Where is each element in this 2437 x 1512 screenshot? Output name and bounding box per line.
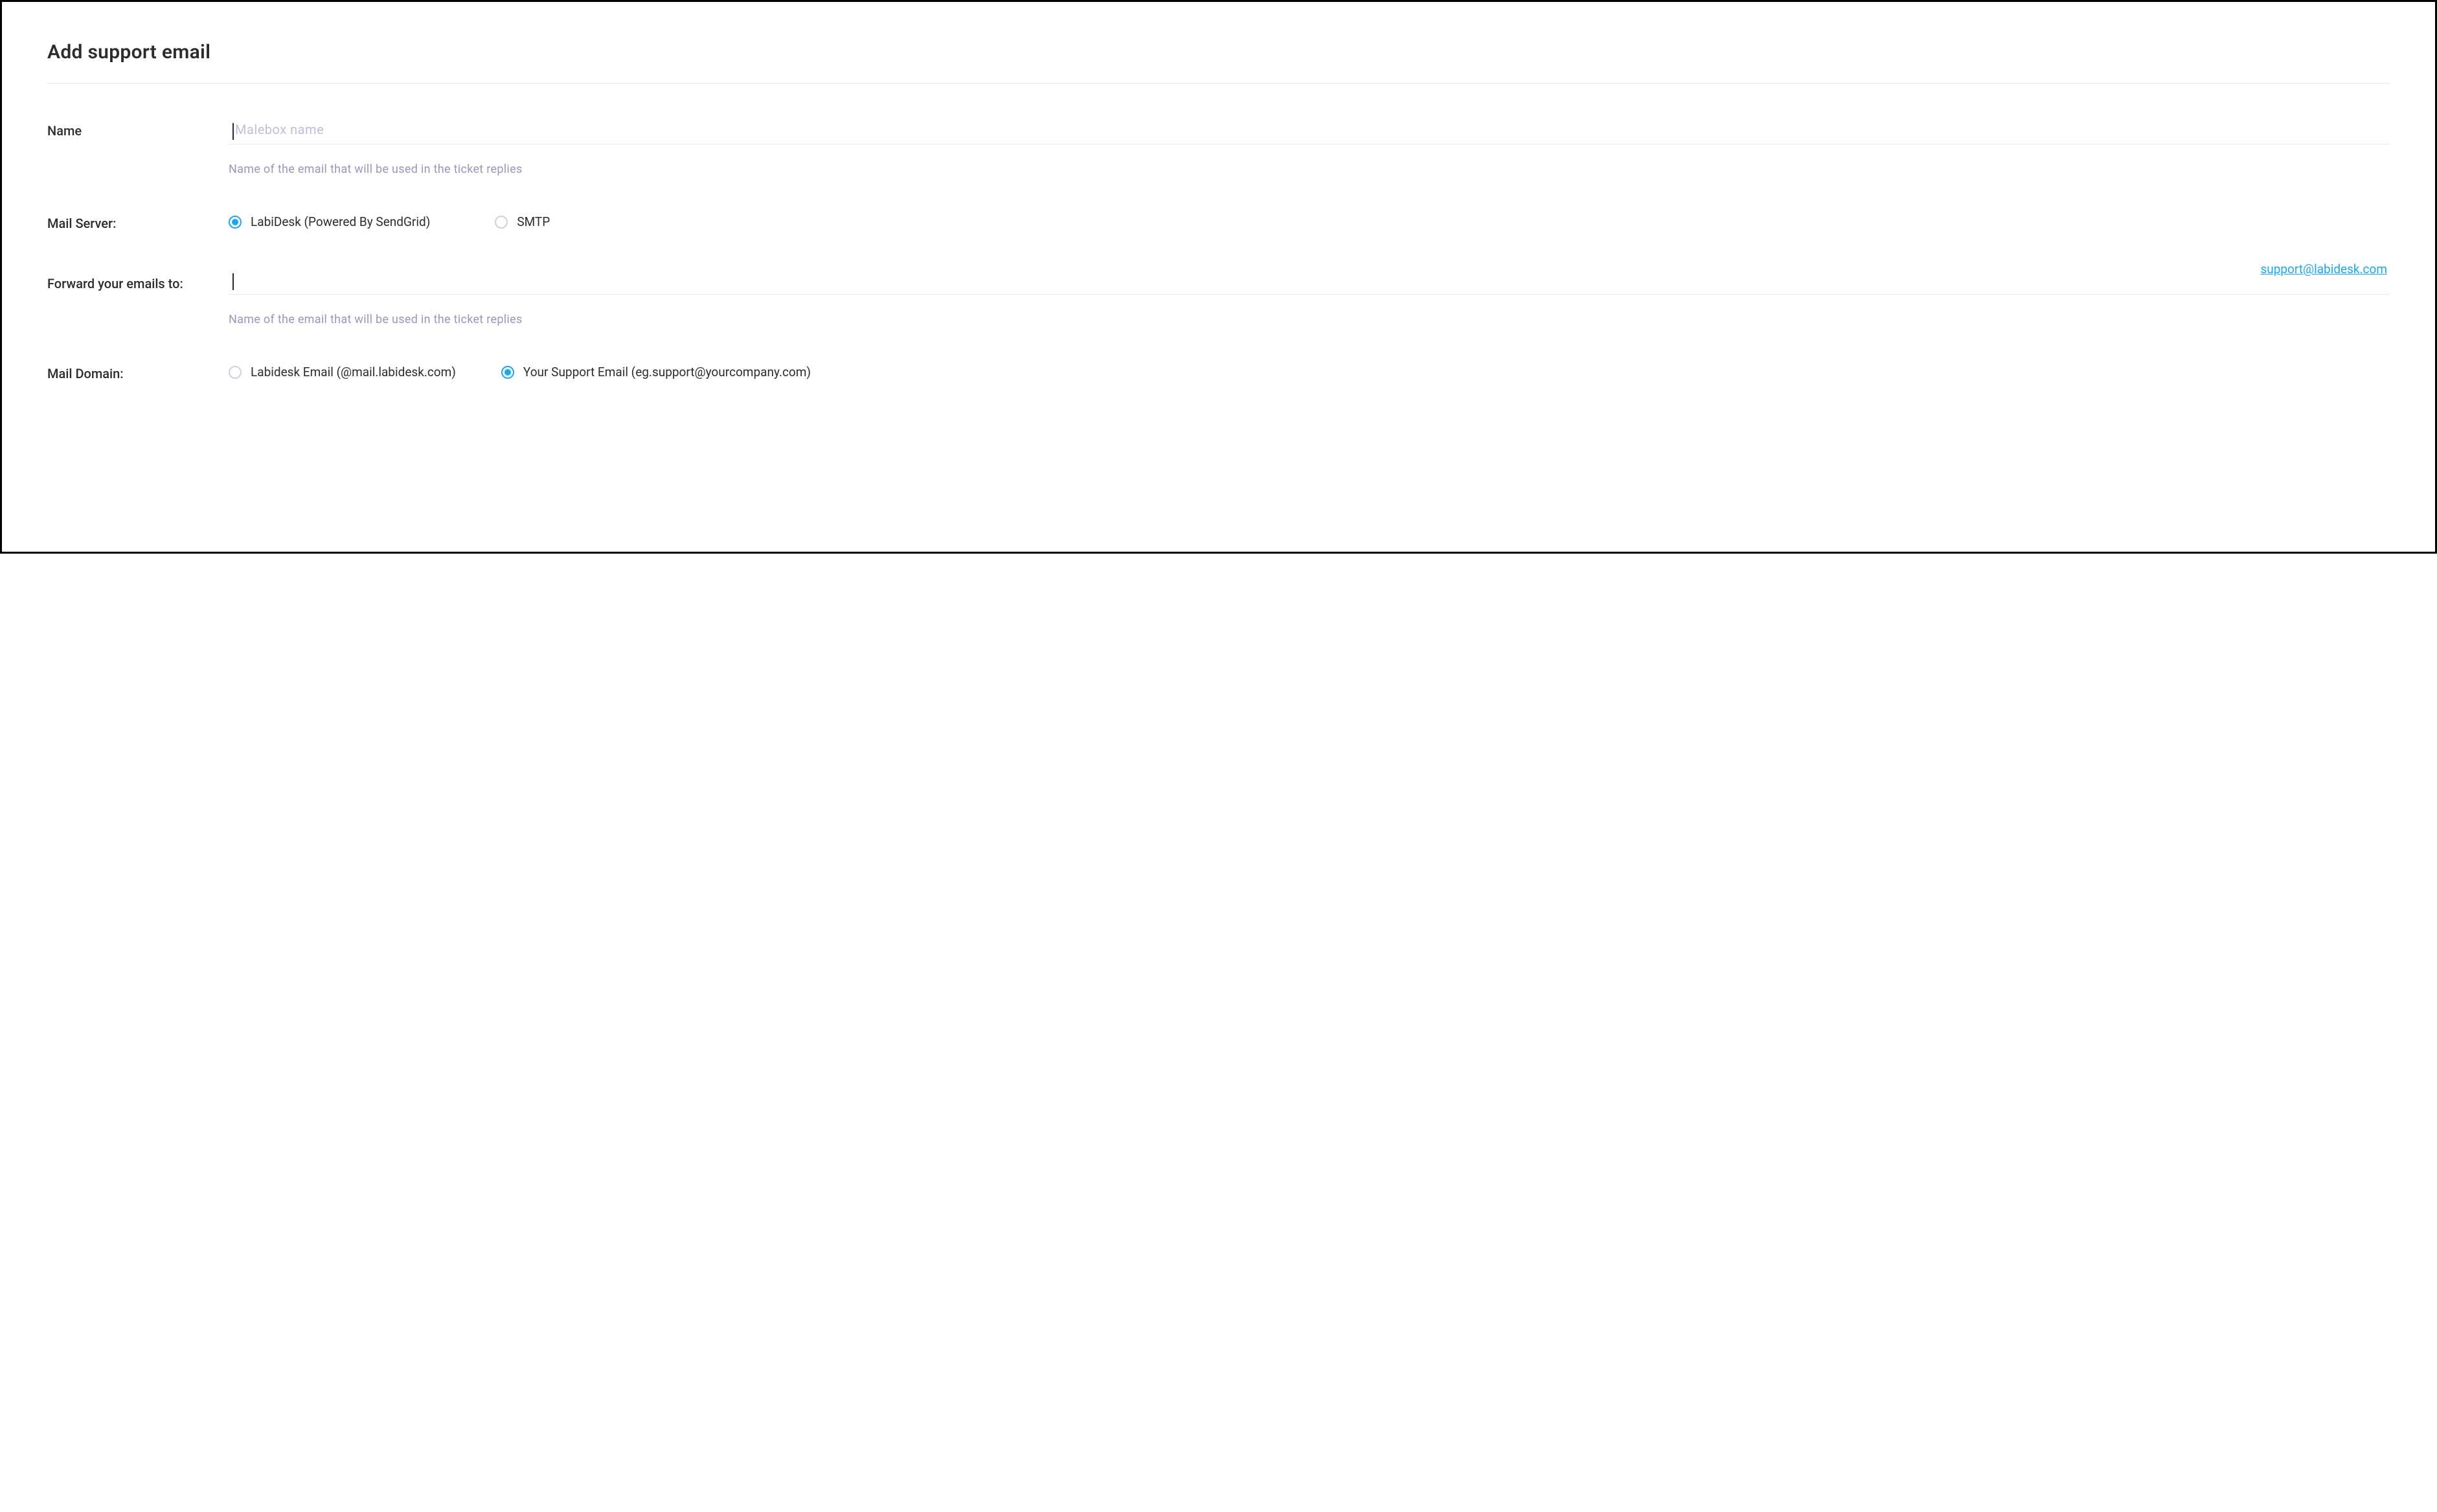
- radio-selected-icon: [501, 366, 514, 379]
- forward-label: Forward your emails to:: [47, 267, 229, 291]
- radio-unselected-icon: [229, 366, 242, 379]
- mail-server-content: LabiDesk (Powered By SendGrid) SMTP: [229, 212, 2390, 229]
- radio-selected-icon: [229, 216, 242, 229]
- text-cursor-icon: [232, 273, 234, 290]
- mail-server-option-label: LabiDesk (Powered By SendGrid): [251, 214, 430, 229]
- forward-input[interactable]: [229, 267, 2390, 295]
- mail-domain-radio-group: Labidesk Email (@mail.labidesk.com) Your…: [229, 362, 2390, 379]
- mail-domain-option-label: Your Support Email (eg.support@yourcompa…: [523, 365, 811, 379]
- name-row: Name Malebox name Name of the email that…: [47, 119, 2390, 176]
- name-label: Name: [47, 119, 229, 139]
- mail-domain-row: Mail Domain: Labidesk Email (@mail.labid…: [47, 362, 2390, 381]
- mail-domain-option-labidesk[interactable]: Labidesk Email (@mail.labidesk.com): [229, 365, 456, 379]
- name-input-wrapper[interactable]: Malebox name: [229, 119, 2390, 144]
- forward-content: support@labidesk.com Name of the email t…: [229, 267, 2390, 326]
- name-help-text: Name of the email that will be used in t…: [229, 163, 2390, 176]
- mail-server-option-label: SMTP: [517, 214, 550, 229]
- mail-server-radio-group: LabiDesk (Powered By SendGrid) SMTP: [229, 212, 2390, 229]
- radio-unselected-icon: [495, 216, 508, 229]
- forward-row: Forward your emails to: support@labidesk…: [47, 267, 2390, 326]
- mail-server-row: Mail Server: LabiDesk (Powered By SendGr…: [47, 212, 2390, 231]
- name-placeholder: Malebox name: [235, 122, 324, 137]
- page-title: Add support email: [47, 41, 2390, 63]
- text-cursor-icon: [232, 123, 234, 140]
- mail-server-option-smtp[interactable]: SMTP: [495, 214, 550, 229]
- mail-domain-option-label: Labidesk Email (@mail.labidesk.com): [251, 365, 456, 379]
- title-divider: [47, 83, 2390, 84]
- mail-server-option-labidesk[interactable]: LabiDesk (Powered By SendGrid): [229, 214, 430, 229]
- form-container: Add support email Name Malebox name Name…: [0, 0, 2437, 554]
- mail-domain-option-own[interactable]: Your Support Email (eg.support@yourcompa…: [501, 365, 811, 379]
- mail-server-label: Mail Server:: [47, 212, 229, 231]
- mail-domain-content: Labidesk Email (@mail.labidesk.com) Your…: [229, 362, 2390, 379]
- name-content: Malebox name Name of the email that will…: [229, 119, 2390, 176]
- forward-help-text: Name of the email that will be used in t…: [229, 313, 2390, 326]
- mail-domain-label: Mail Domain:: [47, 362, 229, 381]
- forward-input-wrapper: support@labidesk.com: [229, 267, 2390, 295]
